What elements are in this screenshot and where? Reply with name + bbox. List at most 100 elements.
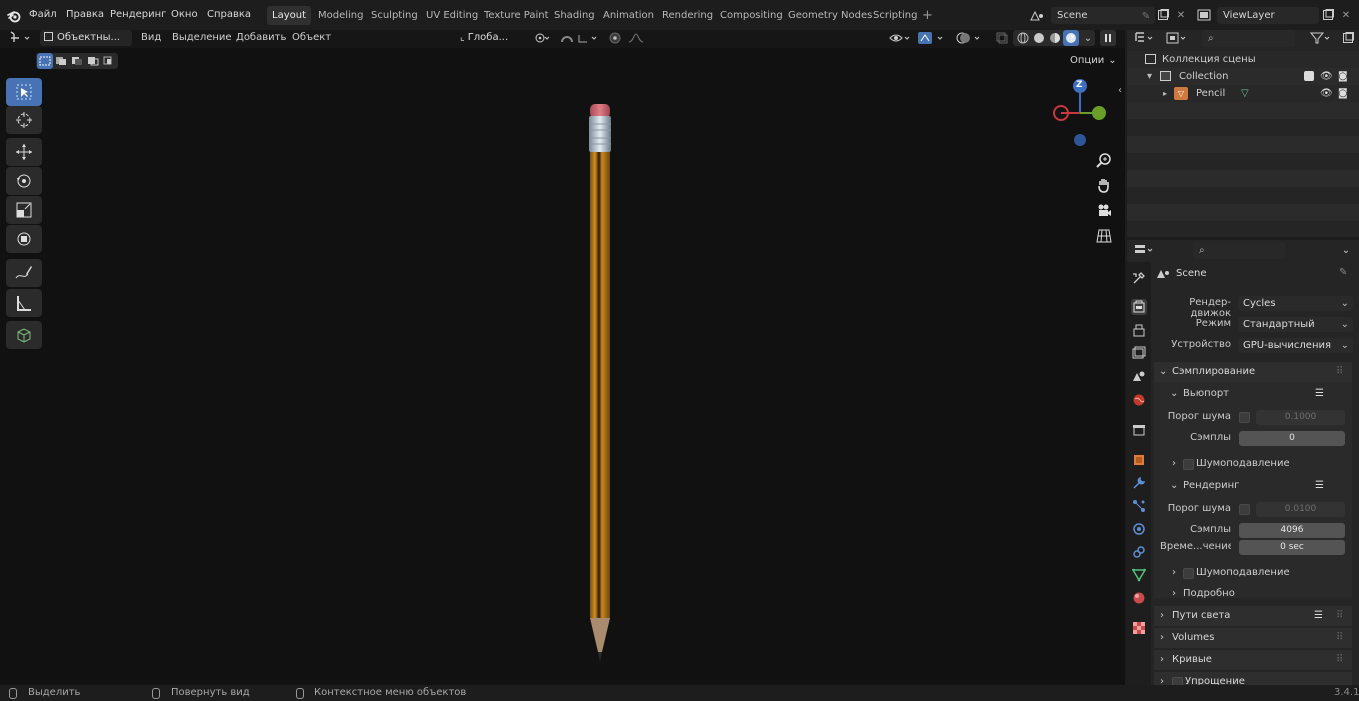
properties-editor-type-icon[interactable] — [1132, 242, 1158, 258]
pencil-object[interactable] — [584, 100, 616, 666]
render-samples-field[interactable]: 4096 — [1239, 523, 1345, 538]
render-noise-threshold-field[interactable]: 0.0100 — [1256, 502, 1345, 517]
select-extend-icon[interactable] — [53, 53, 69, 69]
particles-tab-icon[interactable] — [1131, 498, 1147, 514]
collection-exclude-checkbox[interactable] — [1304, 71, 1314, 81]
collection-expand-icon[interactable]: ▾ — [1147, 68, 1152, 85]
proportional-editing-icon[interactable] — [606, 30, 650, 46]
tool-tab-icon[interactable] — [1131, 270, 1147, 286]
volumes-drag-handle-icon[interactable]: ⠿ — [1336, 628, 1343, 648]
options-dropdown[interactable]: Опции ⌄ — [1066, 53, 1118, 69]
viewport-menu-add[interactable]: Добавить — [236, 32, 286, 43]
feature-set-dropdown[interactable]: Стандартный ⌄ — [1238, 317, 1353, 332]
viewport-menu-view[interactable]: Вид — [141, 32, 161, 43]
camera-view-icon[interactable] — [1095, 202, 1113, 220]
menu-window[interactable]: Окно — [171, 9, 198, 20]
tool-annotate[interactable] — [6, 259, 42, 287]
display-mode-icon[interactable] — [1164, 30, 1190, 46]
remove-scene-icon[interactable]: ✕ — [1173, 7, 1189, 23]
remove-view-layer-icon[interactable]: ✕ — [1338, 7, 1354, 23]
gizmo-toggle-icon[interactable] — [916, 30, 948, 46]
scene-pin-icon[interactable]: ✎ — [1138, 8, 1154, 24]
solid-shading-icon[interactable] — [1031, 30, 1047, 46]
new-collection-icon[interactable] — [1340, 30, 1356, 46]
interaction-mode-dropdown[interactable]: Объектны... — [40, 30, 132, 46]
shading-options-chevron-icon[interactable]: ⌄ — [1080, 30, 1096, 46]
viewport-denoise-checkbox[interactable] — [1183, 459, 1194, 470]
render-presets-icon[interactable]: ☰ — [1315, 476, 1324, 496]
pencil-render-camera-icon[interactable]: ◙ — [1338, 85, 1348, 102]
workspace-tab-animation[interactable]: Animation — [598, 6, 659, 25]
outliner-editor-type-icon[interactable] — [1132, 30, 1158, 46]
simplify-checkbox[interactable] — [1172, 677, 1183, 685]
view-layer-tab-icon[interactable] — [1131, 345, 1147, 361]
viewport-noise-threshold-checkbox[interactable] — [1239, 412, 1250, 423]
viewport-presets-icon[interactable]: ☰ — [1315, 384, 1324, 404]
material-tab-icon[interactable] — [1131, 590, 1147, 606]
menu-file[interactable]: Файл — [29, 9, 57, 20]
workspace-tab-shading[interactable]: Shading — [549, 6, 600, 25]
pause-render-icon[interactable] — [1100, 30, 1116, 46]
volumes-panel-header[interactable]: › Volumes ⠿ — [1154, 628, 1352, 648]
outliner-row-collection[interactable]: ▾ Collection 👁 ◙ — [1127, 68, 1359, 85]
viewport-noise-threshold-field[interactable]: 0.1000 — [1256, 410, 1345, 425]
scene-browse-icon[interactable] — [1029, 8, 1045, 24]
workspace-tab-sculpting[interactable]: Sculpting — [366, 6, 423, 25]
workspace-tab-rendering[interactable]: Rendering — [657, 6, 718, 25]
collection-tab-icon[interactable] — [1131, 422, 1147, 438]
select-new-icon[interactable] — [37, 53, 53, 69]
collection-visibility-eye-icon[interactable]: 👁 — [1320, 68, 1333, 85]
outliner-row-scene-collection[interactable]: Коллекция сцены — [1127, 51, 1359, 68]
blender-logo-icon[interactable] — [7, 9, 21, 23]
workspace-tab-geometry-nodes[interactable]: Geometry Nodes — [783, 6, 877, 25]
rendered-shading-icon[interactable] — [1063, 30, 1079, 46]
zoom-icon[interactable] — [1095, 151, 1113, 169]
viewport-menu-object[interactable]: Объект — [292, 32, 331, 43]
sidebar-toggle-icon[interactable]: ‹ — [1112, 82, 1128, 98]
menu-help[interactable]: Справка — [207, 9, 251, 20]
perspective-grid-icon[interactable] — [1095, 227, 1113, 245]
tool-move[interactable] — [6, 138, 42, 166]
curves-drag-handle-icon[interactable]: ⠿ — [1336, 650, 1343, 670]
material-preview-icon[interactable] — [1047, 30, 1063, 46]
modifiers-tab-icon[interactable] — [1131, 475, 1147, 491]
properties-search-input[interactable]: ⌕ — [1193, 242, 1285, 259]
tool-measure[interactable] — [6, 289, 42, 317]
wireframe-shading-icon[interactable] — [1015, 30, 1031, 46]
time-limit-field[interactable]: 0 sec — [1239, 540, 1345, 555]
view-layer-field[interactable]: ViewLayer — [1217, 7, 1319, 24]
sampling-drag-handle-icon[interactable]: ⠿ — [1336, 362, 1343, 382]
menu-render[interactable]: Рендеринг — [110, 9, 166, 20]
tool-select-box[interactable] — [6, 78, 42, 106]
constraints-tab-icon[interactable] — [1131, 544, 1147, 560]
render-subpanel-header[interactable]: ⌄ Рендеринг ☰ — [1160, 476, 1350, 496]
mesh-data-icon[interactable]: ▽ — [1241, 85, 1249, 102]
render-noise-threshold-checkbox[interactable] — [1239, 504, 1250, 515]
pan-hand-icon[interactable] — [1095, 176, 1113, 194]
overlays-icon[interactable] — [955, 30, 985, 46]
data-tab-icon[interactable] — [1131, 567, 1147, 583]
visibility-selectability-icon[interactable] — [888, 30, 912, 46]
workspace-tab-modeling[interactable]: Modeling — [313, 6, 369, 25]
select-intersect-icon[interactable] — [101, 53, 117, 69]
properties-options-chevron-icon[interactable]: ⌄ — [1338, 242, 1354, 258]
workspace-tab-compositing[interactable]: Compositing — [715, 6, 788, 25]
pin-icon[interactable]: ✎ — [1339, 267, 1347, 278]
tool-scale[interactable] — [6, 196, 42, 224]
view-layer-browse-icon[interactable] — [1196, 7, 1212, 23]
snap-icon[interactable] — [558, 30, 600, 46]
object-tab-icon[interactable] — [1131, 452, 1147, 468]
curves-panel-header[interactable]: › Кривые ⠿ — [1154, 650, 1352, 670]
editor-type-icon[interactable] — [8, 30, 34, 46]
pencil-expand-icon[interactable]: ▸ — [1163, 85, 1167, 102]
new-view-layer-icon[interactable] — [1320, 7, 1336, 23]
scene-tab-icon[interactable] — [1131, 368, 1147, 384]
workspace-tab-uv-editing[interactable]: UV Editing — [421, 6, 483, 25]
simplify-panel-header[interactable]: › Упрощение — [1154, 672, 1352, 685]
light-paths-panel-header[interactable]: › Пути света ☰ ⠿ — [1154, 606, 1352, 626]
viewport-denoise-subpanel[interactable]: › Шумоподавление — [1160, 455, 1350, 473]
render-denoise-subpanel[interactable]: › Шумоподавление — [1160, 564, 1350, 582]
world-tab-icon[interactable] — [1131, 392, 1147, 408]
outliner-search-input[interactable]: ⌕ — [1202, 30, 1295, 47]
outliner-row-pencil[interactable]: ▸ ▽ Pencil ▽ 👁 ◙ — [1127, 85, 1359, 102]
